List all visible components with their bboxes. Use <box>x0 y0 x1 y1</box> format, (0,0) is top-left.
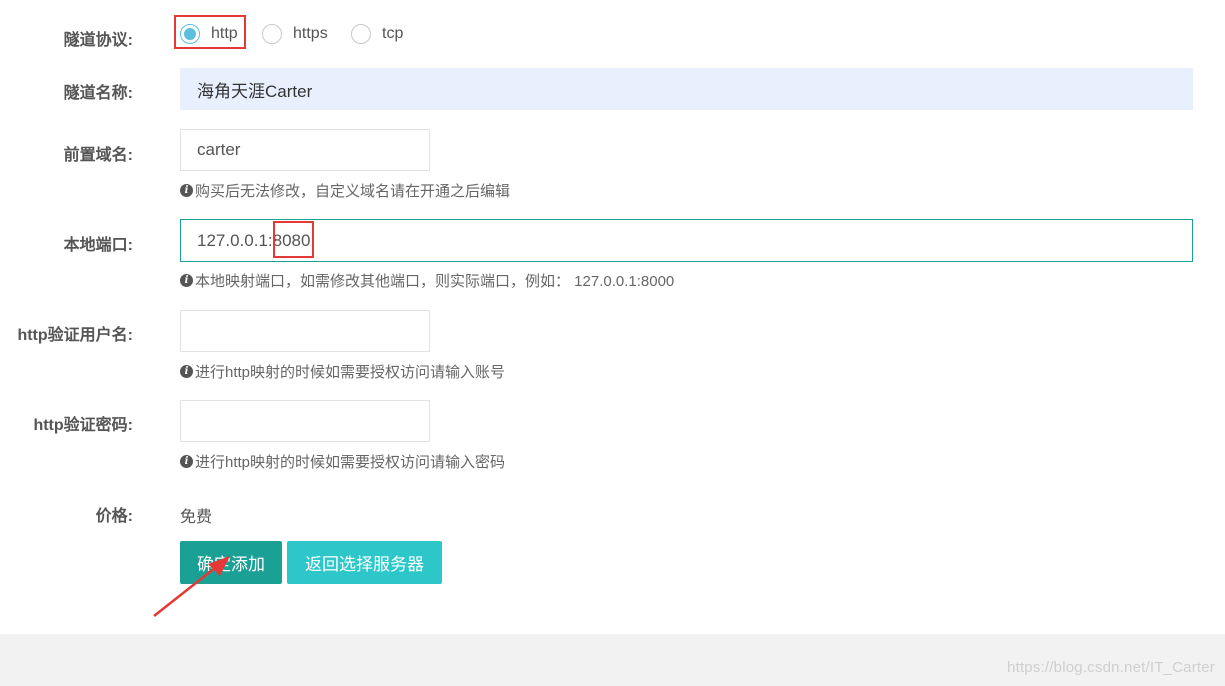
local-port-input[interactable]: 127.0.0.1: 8080 <box>180 219 1193 262</box>
http-password-input[interactable] <box>180 400 430 442</box>
http-user-hint: i 进行http映射的时候如需要授权访问请输入账号 <box>180 361 505 382</box>
radio-label-http: http <box>211 25 238 42</box>
protocol-label: 隧道协议: <box>63 32 133 49</box>
local-port-hint: i 本地映射端口，如需修改其他端口，则实际端口，例如： 127.0.0.1:80… <box>180 270 674 291</box>
prefix-domain-hint-text: 购买后无法修改，自定义域名请在开通之后编辑 <box>195 183 511 200</box>
back-select-server-button[interactable]: 返回选择服务器 <box>287 541 442 584</box>
price-label: 价格: <box>95 508 133 525</box>
radio-label-https: https <box>293 25 328 42</box>
radio-http[interactable]: http <box>180 18 238 50</box>
footer-area: https://blog.csdn.net/IT_Carter <box>0 634 1225 686</box>
confirm-add-button[interactable]: 确定添加 <box>180 541 282 584</box>
tunnel-name-label: 隧道名称: <box>63 85 133 102</box>
tunnel-form: 隧道协议: http https tcp 隧道名称: 海角天涯Carter 前置… <box>0 0 1225 634</box>
http-password-hint-text: 进行http映射的时候如需要授权访问请输入密码 <box>195 454 506 471</box>
info-icon: i <box>180 455 193 468</box>
radio-https[interactable]: https <box>262 18 328 50</box>
prefix-domain-value: carter <box>197 140 241 159</box>
http-password-hint: i 进行http映射的时候如需要授权访问请输入密码 <box>180 451 505 472</box>
http-password-label: http验证密码: <box>33 417 133 434</box>
prefix-domain-input[interactable]: carter <box>180 129 430 171</box>
local-port-value-prefix: 127.0.0.1: <box>197 230 273 250</box>
info-icon: i <box>180 274 193 287</box>
radio-label-tcp: tcp <box>382 25 404 42</box>
info-icon: i <box>180 365 193 378</box>
tunnel-name-input[interactable]: 海角天涯Carter <box>180 68 1193 110</box>
radio-circle-http[interactable] <box>180 24 200 44</box>
http-user-hint-text: 进行http映射的时候如需要授权访问请输入账号 <box>195 364 506 381</box>
radio-circle-https[interactable] <box>262 24 282 44</box>
prefix-domain-label: 前置域名: <box>63 147 133 164</box>
local-port-hint-text: 本地映射端口，如需修改其他端口，则实际端口，例如： 127.0.0.1:8000 <box>195 273 675 290</box>
radio-circle-tcp[interactable] <box>351 24 371 44</box>
prefix-domain-hint: i 购买后无法修改，自定义域名请在开通之后编辑 <box>180 180 510 201</box>
info-icon: i <box>180 184 193 197</box>
page: 隧道协议: http https tcp 隧道名称: 海角天涯Carter 前置… <box>0 0 1225 686</box>
tunnel-name-value: 海角天涯Carter <box>197 81 313 101</box>
price-value: 免费 <box>180 509 213 526</box>
http-user-label: http验证用户名: <box>17 327 133 344</box>
http-user-input[interactable] <box>180 310 430 352</box>
local-port-label: 本地端口: <box>63 237 133 254</box>
watermark: https://blog.csdn.net/IT_Carter <box>1007 659 1215 676</box>
local-port-value-port: 8080 <box>272 230 311 250</box>
radio-tcp[interactable]: tcp <box>351 18 403 50</box>
